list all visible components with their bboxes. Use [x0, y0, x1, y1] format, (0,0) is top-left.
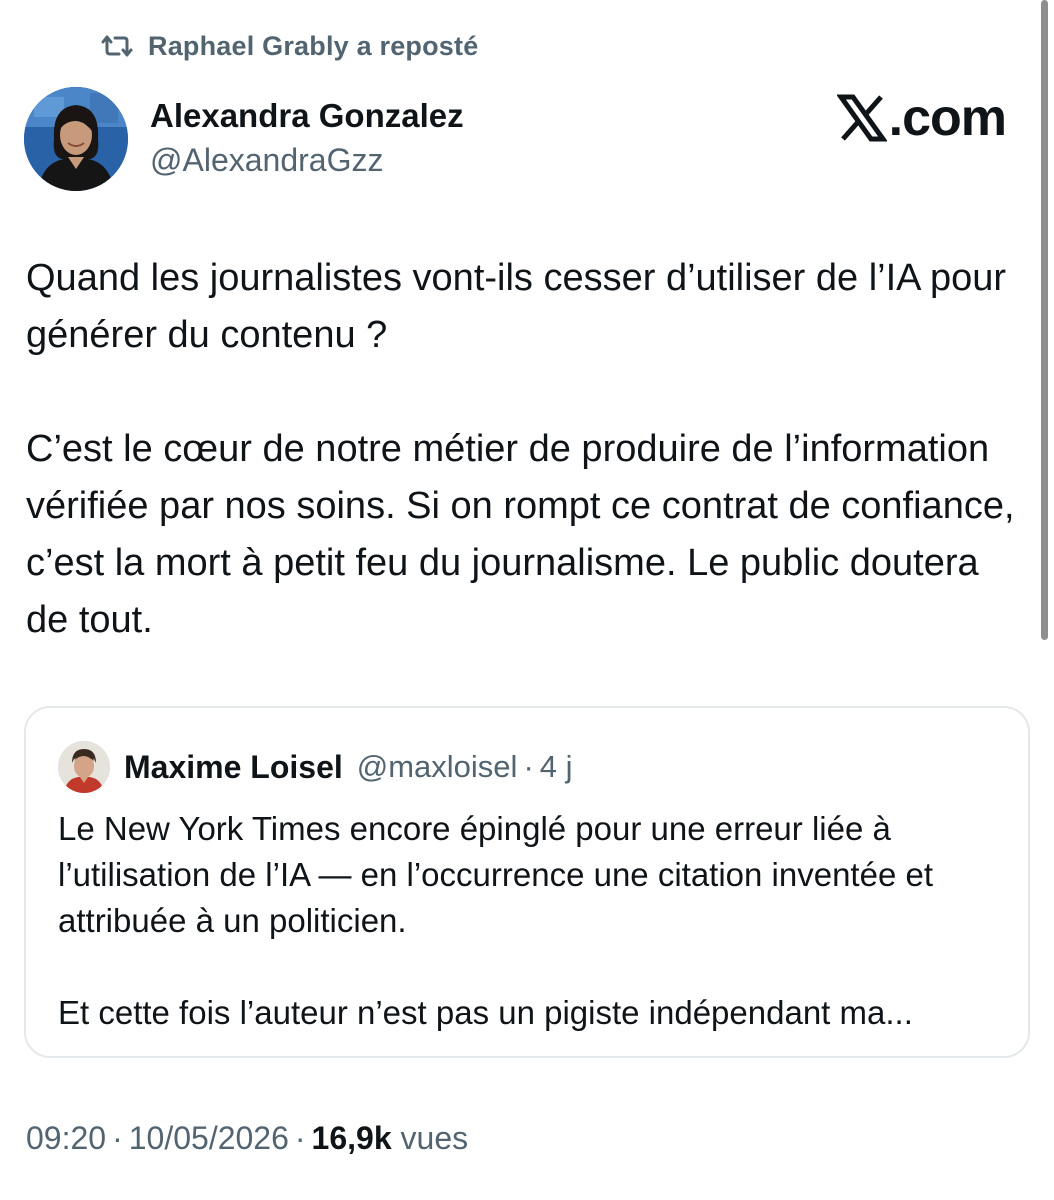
tweet-paragraph: C’est le cœur de notre métier de produir… — [26, 428, 1015, 641]
quoted-tweet-header: Maxime Loisel @maxloisel · 4 j — [58, 738, 573, 796]
quote-separator: · — [523, 749, 534, 784]
repost-indicator: Raphael Grably a reposté — [100, 28, 478, 64]
tweet-time[interactable]: 09:20 — [26, 1120, 106, 1156]
author-avatar[interactable] — [24, 87, 128, 191]
meta-separator: · — [294, 1120, 306, 1156]
scrollbar[interactable] — [1041, 0, 1048, 640]
quote-author-avatar[interactable] — [58, 741, 110, 793]
repost-label[interactable]: Raphael Grably a reposté — [148, 31, 478, 62]
tweet-meta: 09:20 · 10/05/2026 · 16,9k vues — [26, 1120, 468, 1157]
tweet-date[interactable]: 10/05/2026 — [129, 1120, 289, 1156]
site-suffix: .com — [888, 89, 1007, 147]
x-logo-icon — [836, 94, 887, 142]
tweet-paragraph: Quand les journalistes vont-ils cesser d… — [26, 257, 1007, 356]
quoted-tweet-text: Le New York Times encore épinglé pour un… — [58, 806, 1018, 1036]
quote-paragraph: Et cette fois l’auteur n’est pas un pigi… — [58, 994, 913, 1031]
quote-author-name[interactable]: Maxime Loisel — [124, 749, 343, 786]
quote-timestamp[interactable]: 4 j — [540, 749, 573, 785]
views-label: vues — [400, 1120, 469, 1156]
views-count[interactable]: 16,9k — [312, 1120, 392, 1156]
author-avatar-photo — [24, 87, 128, 191]
quoted-tweet-card[interactable]: Maxime Loisel @maxloisel · 4 j Le New Yo… — [24, 706, 1030, 1058]
author-handle[interactable]: @AlexandraGzz — [150, 142, 383, 179]
quote-paragraph: Le New York Times encore épinglé pour un… — [58, 810, 933, 939]
quote-avatar-photo — [58, 741, 110, 793]
repost-icon — [101, 35, 133, 57]
quote-author-handle[interactable]: @maxloisel — [357, 749, 518, 785]
site-mark: .com — [836, 89, 1007, 147]
author-name[interactable]: Alexandra Gonzalez — [150, 97, 464, 135]
meta-separator: · — [112, 1120, 123, 1156]
tweet-text: Quand les journalistes vont-ils cesser d… — [26, 250, 1026, 649]
